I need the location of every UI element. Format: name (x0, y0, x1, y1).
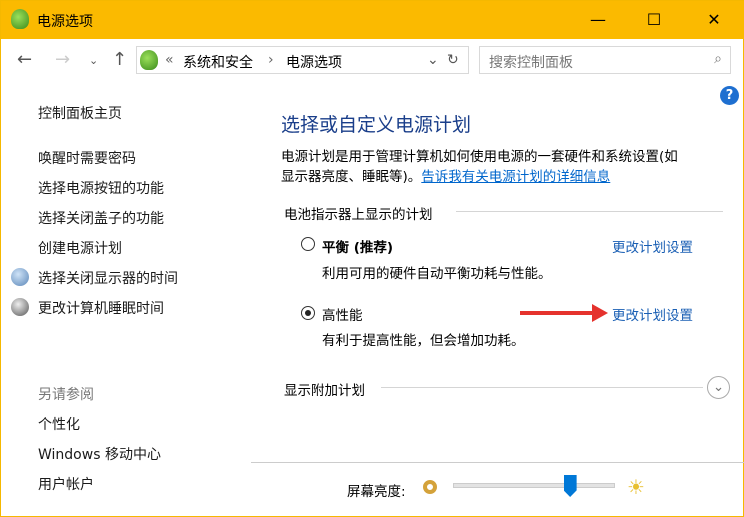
forward-button[interactable]: → (55, 49, 70, 70)
sidebar-home[interactable]: 控制面板主页 (38, 103, 122, 123)
maximize-button[interactable]: ☐ (631, 1, 677, 39)
dim-icon (423, 480, 437, 494)
plan-description: 利用可用的硬件自动平衡功耗与性能。 (322, 266, 552, 282)
breadcrumb-system-security[interactable]: 系统和安全 (183, 52, 253, 72)
window-title: 电源选项 (37, 14, 93, 30)
plan-name: 平衡 (推荐) (322, 240, 394, 256)
recent-dropdown[interactable]: ⌄ (89, 54, 98, 67)
address-bar[interactable]: « 系统和安全 › 电源选项 ⌄ ↻ (136, 46, 469, 74)
learn-more-link[interactable]: 告诉我有关电源计划的详细信息 (421, 169, 610, 185)
red-arrow-annotation (520, 304, 608, 322)
plan-description: 有利于提高性能，但会增加功耗。 (322, 333, 525, 349)
description: 显示器亮度、睡眠等)。 (281, 169, 422, 185)
display-icon (11, 268, 29, 286)
sleep-icon (11, 298, 29, 316)
brightness-slider-thumb[interactable] (563, 475, 577, 497)
close-button[interactable]: ✕ (691, 1, 737, 39)
expand-chevron-icon[interactable]: ⌄ (707, 376, 730, 399)
search-input[interactable]: 搜索控制面板 ⌕ (479, 46, 731, 74)
change-plan-settings-link[interactable]: 更改计划设置 (612, 304, 693, 324)
power-options-icon (140, 50, 158, 70)
sidebar-item[interactable]: 更改计算机睡眠时间 (38, 298, 164, 318)
bright-icon: ☀ (627, 475, 645, 499)
page-title: 选择或自定义电源计划 (281, 114, 472, 136)
see-also-link[interactable]: 个性化 (38, 414, 80, 434)
sidebar-item[interactable]: 唤醒时需要密码 (38, 148, 136, 168)
up-button[interactable]: ↑ (112, 49, 127, 70)
plan-high-performance-radio[interactable] (301, 306, 315, 320)
show-more-plans-label[interactable]: 显示附加计划 (284, 379, 365, 399)
breadcrumb-overflow[interactable]: « (165, 52, 174, 68)
plan-balanced-radio[interactable] (301, 237, 315, 251)
see-also-link[interactable]: 用户帐户 (38, 474, 94, 494)
sidebar-item[interactable]: 创建电源计划 (38, 238, 122, 258)
group-label: 电池指示器上显示的计划 (284, 207, 433, 223)
back-button[interactable]: ← (17, 49, 32, 70)
breadcrumb-separator: › (268, 52, 274, 68)
see-also-label: 另请参阅 (38, 387, 94, 403)
sidebar-item[interactable]: 选择关闭显示器的时间 (38, 268, 178, 288)
search-icon: ⌕ (714, 51, 722, 67)
address-dropdown-icon[interactable]: ⌄ (427, 52, 439, 68)
refresh-icon[interactable]: ↻ (447, 52, 459, 68)
brightness-label: 屏幕亮度: (347, 484, 406, 500)
sidebar-item[interactable]: 选择关闭盖子的功能 (38, 208, 164, 228)
help-icon[interactable]: ? (720, 86, 739, 105)
brightness-slider[interactable] (453, 483, 615, 488)
plan-name: 高性能 (322, 308, 363, 324)
description: 电源计划是用于管理计算机如何使用电源的一套硬件和系统设置(如 (281, 149, 678, 165)
sidebar-item[interactable]: 选择电源按钮的功能 (38, 178, 164, 198)
title-bar: 电源选项 — ☐ ✕ (1, 1, 744, 39)
change-plan-settings-link[interactable]: 更改计划设置 (612, 236, 693, 256)
power-options-icon (11, 9, 29, 29)
see-also-link[interactable]: Windows 移动中心 (38, 444, 161, 464)
minimize-button[interactable]: — (575, 1, 621, 39)
breadcrumb-power-options[interactable]: 电源选项 (286, 52, 342, 72)
